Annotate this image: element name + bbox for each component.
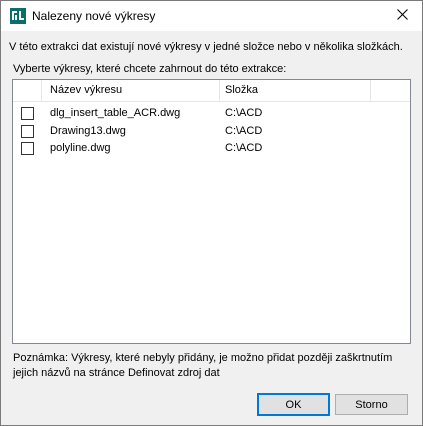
- column-separator[interactable]: [219, 80, 220, 101]
- description-text: V této extrakci dat existují nové výkres…: [9, 41, 403, 53]
- include-checkbox[interactable]: [21, 125, 34, 138]
- drawing-name: polyline.dwg: [50, 142, 111, 154]
- drawing-name: dlg_insert_table_ACR.dwg: [50, 107, 181, 119]
- drawing-folder: C:\ACD: [225, 107, 263, 119]
- ok-button[interactable]: OK: [257, 393, 330, 416]
- title-bar[interactable]: Nalezeny nové výkresy: [1, 1, 422, 31]
- list-header: Název výkresu Složka: [13, 80, 410, 102]
- list-item[interactable]: dlg_insert_table_ACR.dwg C:\ACD: [13, 105, 410, 122]
- dialog-window: Nalezeny nové výkresy V této extrakci da…: [0, 0, 423, 426]
- column-header-folder[interactable]: Složka: [225, 84, 258, 96]
- list-item[interactable]: polyline.dwg C:\ACD: [13, 140, 410, 157]
- column-header-name[interactable]: Název výkresu: [50, 84, 122, 96]
- drawings-list[interactable]: Název výkresu Složka dlg_insert_table_AC…: [12, 79, 411, 344]
- autocad-data-extraction-icon: [10, 8, 26, 24]
- drawing-folder: C:\ACD: [225, 125, 263, 137]
- close-button[interactable]: [382, 1, 422, 31]
- dialog-title: Nalezeny nové výkresy: [32, 9, 156, 23]
- cancel-button[interactable]: Storno: [335, 394, 408, 415]
- column-separator[interactable]: [370, 80, 371, 101]
- select-drawings-label: Vyberte výkresy, které chcete zahrnout d…: [13, 63, 287, 75]
- include-checkbox[interactable]: [21, 107, 34, 120]
- close-icon: [396, 9, 408, 23]
- note-text: Poznámka: Výkresy, které nebyly přidány,…: [13, 352, 393, 379]
- column-separator[interactable]: [41, 80, 42, 101]
- include-checkbox[interactable]: [21, 142, 34, 155]
- drawing-name: Drawing13.dwg: [50, 125, 126, 137]
- list-item[interactable]: Drawing13.dwg C:\ACD: [13, 123, 410, 140]
- drawing-folder: C:\ACD: [225, 142, 263, 154]
